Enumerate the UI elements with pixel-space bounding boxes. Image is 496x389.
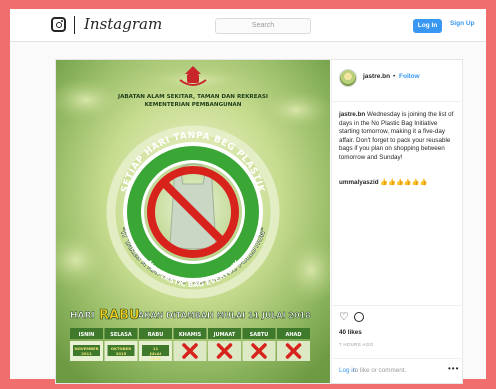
post-image[interactable]: JABATAN ALAM SEKITAR, TAMAN DAN REKREASI… xyxy=(56,60,330,383)
weekday-table: ISNINNOVEMBER2011SELASAOKTOBER2015RABU11… xyxy=(70,328,310,361)
comment-icon[interactable] xyxy=(354,312,364,322)
login-prompt: Log in to like or comment. ••• xyxy=(332,358,463,384)
follow-button[interactable]: Follow xyxy=(399,73,420,80)
post-header: jastre.bn • Follow xyxy=(332,60,463,102)
top-navigation-bar: Instagram Search Log In Sign Up xyxy=(10,9,486,42)
weekday-label: AHAD xyxy=(285,332,301,338)
heart-icon[interactable]: ♡ xyxy=(339,312,349,323)
post-caption: jastre.bn Wednesday is joining the list … xyxy=(339,111,459,163)
headline-post: AKAN DITAMBAH MULAI 11 JULAI 2018 xyxy=(138,311,311,320)
login-button[interactable]: Log In xyxy=(413,19,442,33)
start-date-text: 2011 xyxy=(81,351,92,356)
headline-pre: HARI xyxy=(70,311,95,321)
comment-username[interactable]: ummalyaszid xyxy=(339,179,379,186)
search-input[interactable]: Search xyxy=(215,18,311,34)
camera-lens-icon xyxy=(55,21,62,28)
org-line-2: KEMENTERIAN PEMBANGUNAN xyxy=(145,102,242,108)
org-line-1: JABATAN ALAM SEKITAR, TAMAN DAN REKREASI xyxy=(117,94,268,100)
post-username[interactable]: jastre.bn xyxy=(363,73,390,80)
comment-text: 👍👍👍👍👍👍 xyxy=(380,179,428,186)
post-card: JABATAN ALAM SEKITAR, TAMAN DAN REKREASI… xyxy=(55,59,463,384)
signup-link[interactable]: Sign Up xyxy=(450,20,475,27)
instagram-wordmark[interactable]: Instagram xyxy=(84,15,162,33)
likes-count[interactable]: 40 likes xyxy=(339,329,362,336)
logo-divider xyxy=(74,16,75,34)
post-side-panel: jastre.bn • Follow jastre.bn Wednesday i… xyxy=(331,60,463,383)
poster-graphic: JABATAN ALAM SEKITAR, TAMAN DAN REKREASI… xyxy=(56,60,330,383)
weekday-label: SELASA xyxy=(110,332,132,338)
separator-dot: • xyxy=(393,73,396,80)
login-prompt-text: to like or comment. xyxy=(353,367,407,374)
comment-row: ummalyaszid 👍👍👍👍👍👍 xyxy=(339,178,427,186)
weekday-label: ISNIN xyxy=(79,332,95,338)
weekday-label: SABTU xyxy=(250,332,269,338)
headline-day: RABU xyxy=(99,308,140,323)
camera-flash-icon xyxy=(61,20,63,22)
start-date-text: 2015 xyxy=(116,351,127,356)
weekday-label: KHAMIS xyxy=(179,332,202,338)
avatar[interactable] xyxy=(339,69,357,87)
caption-username[interactable]: jastre.bn xyxy=(339,111,365,118)
instagram-camera-icon[interactable] xyxy=(51,17,66,32)
post-actions: ♡ 40 likes 7 HOURS AGO Log in to like or… xyxy=(332,305,463,383)
weekday-label: JUMAAT xyxy=(213,332,236,338)
caption-text: Wednesday is joining the list of days in… xyxy=(339,111,454,161)
start-date-text: 2018 xyxy=(150,356,161,361)
post-timestamp: 7 HOURS AGO xyxy=(339,342,374,347)
more-options-icon[interactable]: ••• xyxy=(448,364,459,373)
instagram-page: Instagram Search Log In Sign Up JABATAN … xyxy=(10,9,486,384)
weekday-label: RABU xyxy=(148,332,164,338)
